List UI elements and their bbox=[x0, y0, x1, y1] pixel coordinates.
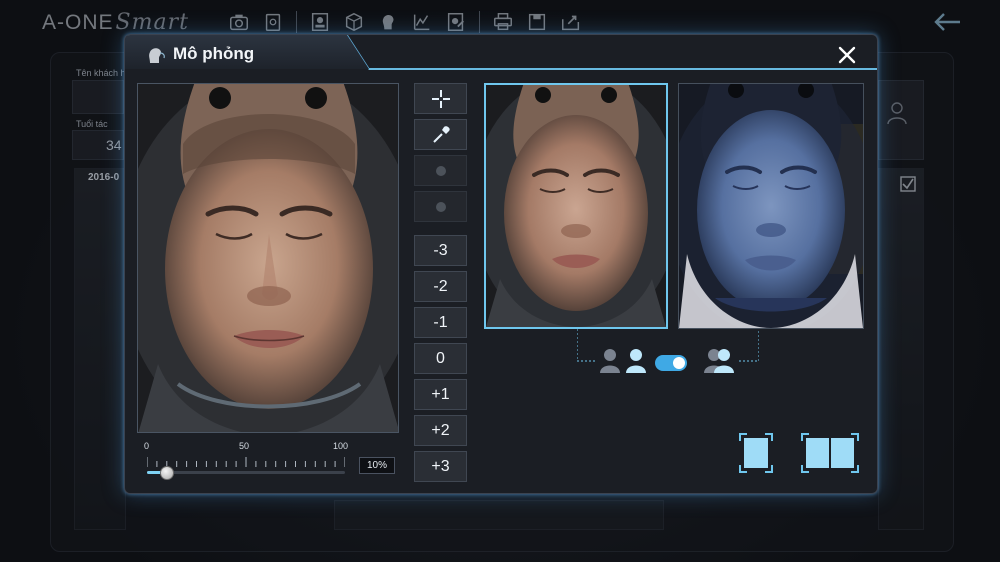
customer-name-label: Tên khách h bbox=[76, 68, 126, 78]
camera-icon[interactable] bbox=[222, 8, 256, 36]
slider-value-display: 10% bbox=[359, 457, 395, 474]
brand-logo: A-ONESmart bbox=[42, 10, 189, 35]
customer-name-field[interactable] bbox=[72, 80, 124, 114]
photo-date-label: 2016-0 bbox=[88, 172, 120, 183]
clipboard-icon[interactable] bbox=[256, 8, 290, 36]
user-blue-icon[interactable] bbox=[625, 347, 647, 373]
brand-text: A-ONE bbox=[42, 11, 114, 34]
level-button[interactable]: 0 bbox=[414, 343, 467, 374]
toggle-knob bbox=[673, 357, 685, 369]
simulation-image-uv[interactable] bbox=[678, 83, 864, 329]
slider-max-label: 100 bbox=[333, 441, 349, 451]
age-label: Tuổi tác bbox=[76, 119, 108, 129]
split-view-layout-icon[interactable] bbox=[801, 433, 859, 473]
chart-icon[interactable] bbox=[405, 8, 439, 36]
level-button[interactable]: -1 bbox=[414, 307, 467, 338]
background-photo-left bbox=[74, 168, 126, 530]
single-view-layout-icon[interactable] bbox=[739, 433, 773, 473]
level-button[interactable]: +1 bbox=[414, 379, 467, 410]
slider-min-label: 0 bbox=[144, 441, 150, 451]
image-edit-icon[interactable] bbox=[439, 8, 473, 36]
dialog-title: Mô phỏng bbox=[173, 44, 255, 63]
sphere-icon bbox=[435, 165, 446, 176]
sphere-button-1[interactable] bbox=[414, 155, 467, 186]
age-value: 34 bbox=[106, 137, 122, 153]
slider-mid-label: 50 bbox=[239, 441, 250, 451]
cube-3d-icon[interactable] bbox=[337, 8, 371, 36]
color-picker-button[interactable] bbox=[414, 119, 467, 150]
level-button[interactable]: +3 bbox=[414, 451, 467, 482]
user-icon bbox=[887, 102, 907, 125]
crosshair-button[interactable] bbox=[414, 83, 467, 114]
dialog-header: Mô phỏng bbox=[125, 35, 877, 75]
crosshair-icon bbox=[431, 89, 450, 108]
back-arrow-icon[interactable] bbox=[932, 10, 962, 34]
face-profile-icon bbox=[149, 48, 165, 63]
level-button[interactable]: -3 bbox=[414, 235, 467, 266]
slider-ticks bbox=[147, 457, 345, 467]
compare-toggle[interactable] bbox=[655, 355, 687, 371]
checkbox-icon[interactable] bbox=[900, 176, 916, 192]
simulation-dialog: Mô phỏng -3 -2 -1 0 +1 +2 +3 0 50 100 10… bbox=[124, 34, 878, 494]
level-button[interactable]: +2 bbox=[414, 415, 467, 446]
toolbar-separator bbox=[296, 11, 297, 33]
slider-thumb[interactable] bbox=[159, 466, 174, 480]
main-face-image[interactable] bbox=[137, 83, 399, 433]
sphere-button-2[interactable] bbox=[414, 191, 467, 222]
eyedropper-icon bbox=[432, 125, 450, 143]
background-photo-right bbox=[878, 168, 924, 530]
bottom-toolbar bbox=[334, 500, 664, 530]
intensity-slider: 0 50 100 10% bbox=[143, 441, 395, 481]
save-icon[interactable] bbox=[520, 8, 554, 36]
app-window: A-ONESmart Tên khách h Tuổi tác 34 2016-… bbox=[0, 0, 1000, 562]
toolbar-separator bbox=[479, 11, 480, 33]
level-button[interactable]: -2 bbox=[414, 271, 467, 302]
user-gray-icon bbox=[600, 349, 620, 373]
printer-icon[interactable] bbox=[486, 8, 520, 36]
face-card-icon[interactable] bbox=[303, 8, 337, 36]
slider-track[interactable] bbox=[147, 471, 345, 474]
user-pair-icon[interactable] bbox=[703, 347, 737, 373]
close-icon[interactable] bbox=[837, 45, 857, 65]
export-icon[interactable] bbox=[554, 8, 588, 36]
simulation-image-original[interactable] bbox=[484, 83, 668, 329]
face-profile-icon[interactable] bbox=[371, 8, 405, 36]
sphere-icon bbox=[435, 201, 446, 212]
toolbar-icons bbox=[222, 8, 588, 36]
brand-script: Smart bbox=[115, 10, 189, 35]
